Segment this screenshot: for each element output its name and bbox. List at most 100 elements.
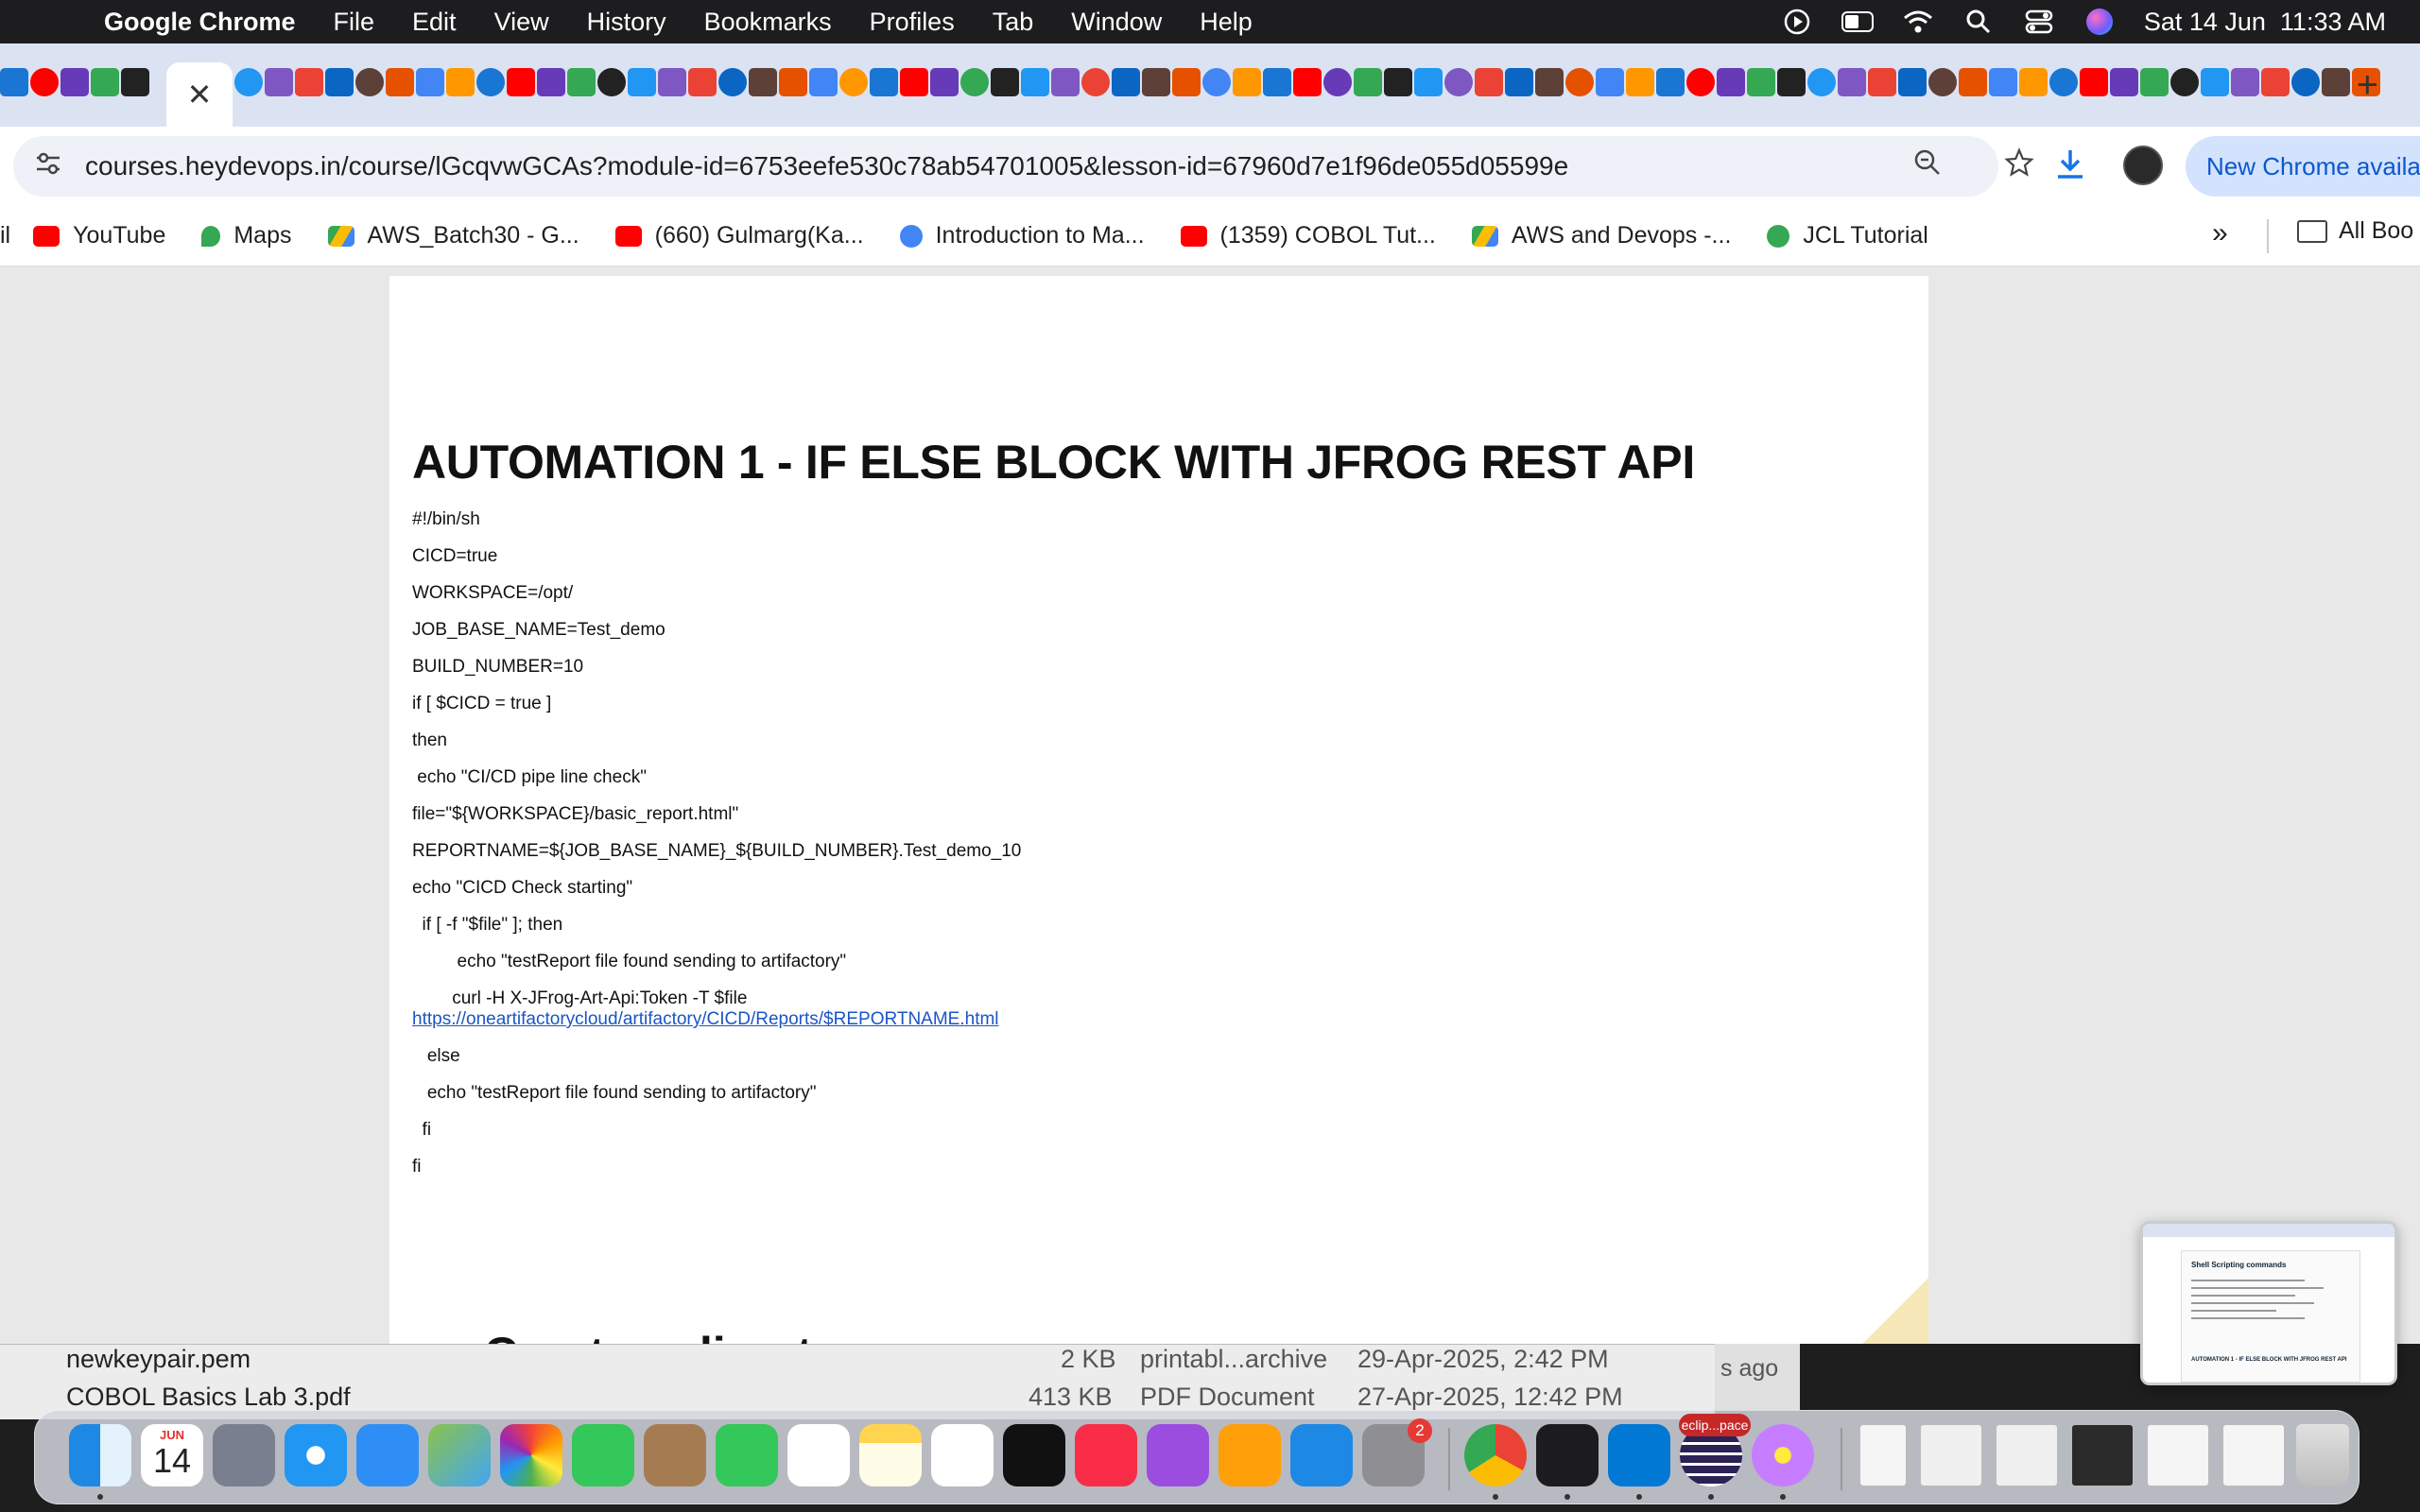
tab-favicon-icon[interactable] <box>1323 68 1352 96</box>
facetime-icon[interactable] <box>572 1424 634 1486</box>
tab-favicon-icon[interactable] <box>537 68 565 96</box>
minimized-window-thumbnail[interactable] <box>2222 1424 2285 1486</box>
tab-favicon-icon[interactable] <box>2170 68 2199 96</box>
minimized-window-thumbnail[interactable] <box>2147 1424 2209 1486</box>
tab-favicon-icon[interactable] <box>900 68 928 96</box>
tab-favicon-icon[interactable] <box>567 68 596 96</box>
more-bookmarks-icon[interactable]: » <box>2212 217 2228 249</box>
bookmark-item-aws-devops[interactable]: AWS and Devops -... <box>1471 222 1731 249</box>
notes-icon[interactable] <box>859 1424 922 1486</box>
tab-favicon-icon[interactable] <box>1414 68 1443 96</box>
tab-favicon-icon[interactable] <box>1989 68 2017 96</box>
tab-favicon-icon[interactable] <box>234 68 263 96</box>
tab-favicon-icon[interactable] <box>30 68 59 96</box>
bookmark-item-youtube[interactable]: YouTube <box>33 222 165 249</box>
apple-tv-icon[interactable] <box>1003 1424 1065 1486</box>
menu-history[interactable]: History <box>587 8 666 37</box>
tab-favicon-icon[interactable] <box>1505 68 1533 96</box>
tab-favicon-icon[interactable] <box>121 68 149 96</box>
numbers-icon[interactable] <box>716 1424 778 1486</box>
all-bookmarks-folder[interactable]: All Boo <box>2297 217 2413 245</box>
tab-favicon-icon[interactable] <box>265 68 293 96</box>
menu-app-name[interactable]: Google Chrome <box>104 8 296 37</box>
tab-favicon-icon[interactable] <box>1475 68 1503 96</box>
tab-favicon-icon[interactable] <box>809 68 838 96</box>
app-store-icon[interactable] <box>1290 1424 1353 1486</box>
music-icon[interactable] <box>1075 1424 1137 1486</box>
tab-favicon-icon[interactable] <box>1686 68 1715 96</box>
tab-favicon-icon[interactable] <box>2080 68 2108 96</box>
profile-avatar[interactable] <box>2123 146 2163 185</box>
site-settings-icon[interactable] <box>34 150 72 183</box>
tab-favicon-icon[interactable] <box>960 68 989 96</box>
menu-profiles[interactable]: Profiles <box>870 8 955 37</box>
control-center-icon[interactable] <box>2023 6 2055 38</box>
tab-favicon-icon[interactable] <box>749 68 777 96</box>
tab-favicon-icon[interactable] <box>1444 68 1473 96</box>
bookmark-item[interactable]: il <box>0 222 10 249</box>
spotlight-search-icon[interactable] <box>1962 6 1995 38</box>
freeform-icon[interactable] <box>931 1424 994 1486</box>
tab-favicon-icon[interactable] <box>386 68 414 96</box>
tab-favicon-icon[interactable] <box>355 68 384 96</box>
tab-favicon-icon[interactable] <box>2049 68 2078 96</box>
tab-favicon-icon[interactable] <box>416 68 444 96</box>
tab-favicon-icon[interactable] <box>2261 68 2290 96</box>
tab-favicon-icon[interactable] <box>1354 68 1382 96</box>
tab-favicon-icon[interactable] <box>658 68 686 96</box>
downloads-icon[interactable] <box>2053 147 2087 190</box>
menu-tab[interactable]: Tab <box>993 8 1034 37</box>
terminal-icon[interactable] <box>1536 1424 1599 1486</box>
system-settings-icon[interactable]: 2 <box>1362 1418 1432 1486</box>
tab-favicon-icon[interactable] <box>1021 68 1049 96</box>
tab-favicon-icon[interactable] <box>991 68 1019 96</box>
tab-favicon-icon[interactable] <box>2110 68 2138 96</box>
tab-favicon-icon[interactable] <box>1112 68 1140 96</box>
tab-favicon-icon[interactable] <box>2231 68 2259 96</box>
now-playing-icon[interactable] <box>1781 6 1813 38</box>
active-tab[interactable]: ✕ <box>166 62 233 127</box>
tab-favicon-icon[interactable] <box>1928 68 1957 96</box>
tab-favicon-icon[interactable] <box>1051 68 1080 96</box>
siri-icon[interactable] <box>2083 6 2116 38</box>
menu-bookmarks[interactable]: Bookmarks <box>704 8 832 37</box>
tab-favicon-icon[interactable] <box>476 68 505 96</box>
tab-favicon-icon[interactable] <box>60 68 89 96</box>
reminders-icon[interactable] <box>787 1424 850 1486</box>
tab-favicon-icon[interactable] <box>1868 68 1896 96</box>
tab-favicon-icon[interactable] <box>1596 68 1624 96</box>
photos-icon[interactable] <box>500 1424 562 1486</box>
tab-favicon-icon[interactable] <box>1777 68 1806 96</box>
tab-favicon-icon[interactable] <box>91 68 119 96</box>
menu-edit[interactable]: Edit <box>412 8 457 37</box>
calendar-icon[interactable]: JUN 14 <box>141 1424 203 1486</box>
bookmark-item-maps[interactable]: Maps <box>201 222 292 249</box>
tab-favicon-icon[interactable] <box>2140 68 2169 96</box>
artifactory-report-link[interactable]: https://oneartifactorycloud/artifactory/… <box>412 1009 999 1030</box>
minimized-window-thumbnail[interactable] <box>1859 1424 1907 1486</box>
address-bar[interactable]: courses.heydevops.in/course/lGcqvwGCAs?m… <box>13 136 2034 197</box>
bookmark-item-youtube-video[interactable]: (660) Gulmarg(Ka... <box>614 222 864 249</box>
tab-favicon-icon[interactable] <box>1717 68 1745 96</box>
tab-favicon-icon[interactable] <box>1142 68 1170 96</box>
tab-favicon-icon[interactable] <box>597 68 626 96</box>
tab-favicon-icon[interactable] <box>1626 68 1654 96</box>
zoom-icon[interactable] <box>1913 148 1942 184</box>
tab-favicon-icon[interactable] <box>1202 68 1231 96</box>
tab-favicon-icon[interactable] <box>325 68 354 96</box>
tab-favicon-icon[interactable] <box>2322 68 2350 96</box>
menu-view[interactable]: View <box>494 8 549 37</box>
maps-icon[interactable] <box>428 1424 491 1486</box>
trash-icon[interactable] <box>2296 1424 2349 1486</box>
tab-favicon-icon[interactable] <box>1384 68 1412 96</box>
tab-favicon-icon[interactable] <box>2019 68 2048 96</box>
tab-favicon-icon[interactable] <box>1172 68 1201 96</box>
wifi-icon[interactable] <box>1902 6 1934 38</box>
tab-favicon-icon[interactable] <box>295 68 323 96</box>
tab-favicon-icon[interactable] <box>1898 68 1927 96</box>
menu-file[interactable]: File <box>334 8 375 37</box>
launchpad-icon[interactable] <box>213 1424 275 1486</box>
bookmark-item-intro[interactable]: Introduction to Ma... <box>899 222 1145 249</box>
chrome-icon[interactable] <box>1464 1424 1527 1486</box>
minimized-window-thumbnail[interactable] <box>2071 1424 2134 1486</box>
